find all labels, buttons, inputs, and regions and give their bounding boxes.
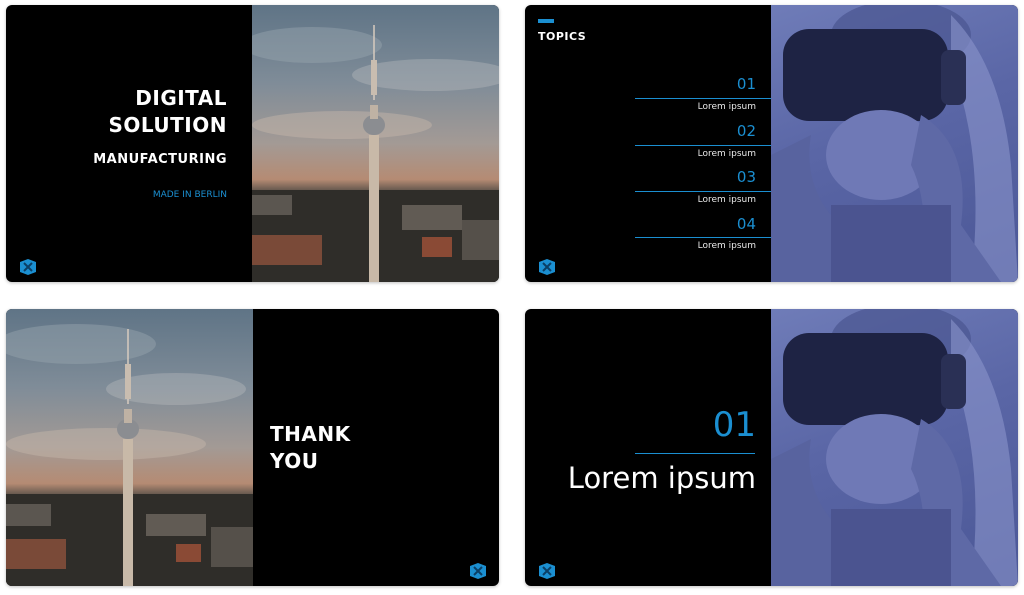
section-title: Lorem ipsum: [567, 461, 756, 495]
thank-line-1: THANK: [270, 422, 351, 446]
slide-section-title[interactable]: 01 Lorem ipsum: [525, 309, 1018, 586]
tagline: MADE IN BERLIN: [152, 190, 227, 200]
topic-divider: [635, 145, 771, 146]
section-number: 01: [712, 405, 756, 445]
logo-icon: [20, 259, 36, 275]
accent-bar: [538, 19, 554, 23]
topic-number-3: 03: [736, 168, 756, 186]
topic-label-4: Lorem ipsum: [697, 241, 756, 251]
topic-number-1: 01: [736, 75, 756, 93]
topic-label-3: Lorem ipsum: [697, 195, 756, 205]
logo-icon: [470, 563, 486, 579]
topic-divider: [635, 237, 771, 238]
thank-line-2: YOU: [270, 449, 319, 473]
vr-headset-photo: [771, 5, 1018, 282]
topic-number-2: 02: [736, 122, 756, 140]
slide-thank-you[interactable]: THANK YOU: [6, 309, 499, 586]
berlin-tower-photo: [252, 5, 499, 282]
vr-headset-photo: [771, 309, 1018, 586]
topic-divider: [635, 98, 771, 99]
section-divider: [635, 453, 755, 454]
topic-label-2: Lorem ipsum: [697, 149, 756, 159]
title-line-1: DIGITAL: [135, 86, 227, 110]
slide-digital-solution[interactable]: DIGITAL SOLUTION MANUFACTURING MADE IN B…: [6, 5, 499, 282]
topic-label-1: Lorem ipsum: [697, 102, 756, 112]
logo-icon: [539, 563, 555, 579]
subtitle: MANUFACTURING: [93, 152, 227, 167]
logo-icon: [539, 259, 555, 275]
topic-divider: [635, 191, 771, 192]
topic-number-4: 04: [736, 215, 756, 233]
slide-topics[interactable]: TOPICS 01 Lorem ipsum 02 Lorem ipsum 03 …: [525, 5, 1018, 282]
topics-heading: TOPICS: [538, 30, 587, 43]
title-line-2: SOLUTION: [108, 113, 227, 137]
berlin-tower-photo: [6, 309, 253, 586]
